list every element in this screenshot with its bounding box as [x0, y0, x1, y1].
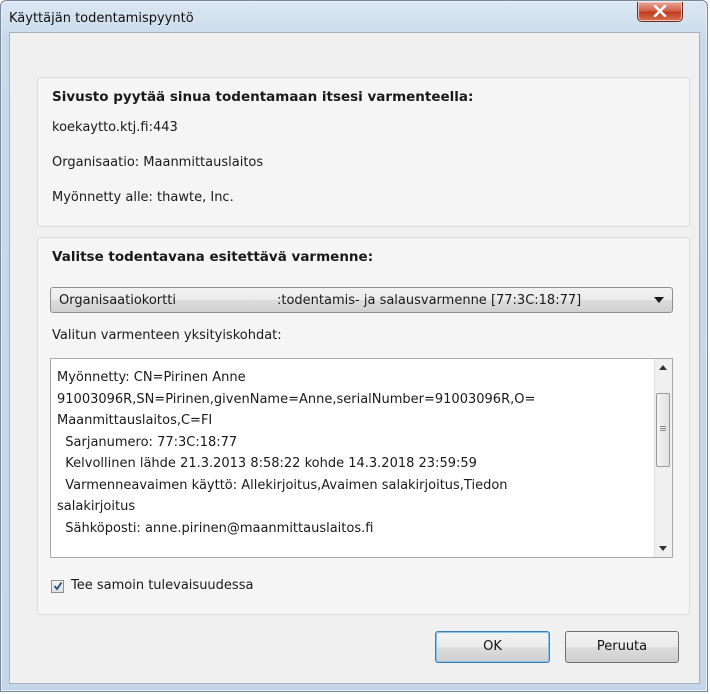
details-line: Maanmittauslaitos,C=FI: [57, 413, 213, 428]
details-line: Varmenneavaimen käyttö: Allekirjoitus,Av…: [57, 477, 508, 493]
site-info-panel: Sivusto pyytää sinua todentamaan itsesi …: [37, 77, 690, 227]
scrollbar-thumb[interactable]: [656, 393, 670, 467]
site-info-heading: Sivusto pyytää sinua todentamaan itsesi …: [52, 89, 474, 105]
remember-checkbox[interactable]: [51, 580, 64, 593]
certificate-select-name: Organisaatiokortti: [59, 293, 176, 308]
title-bar[interactable]: Käyttäjän todentamispyyntö: [1, 1, 707, 31]
certificate-select[interactable]: Organisaatiokortti :todentamis- ja salau…: [50, 287, 673, 313]
site-host: koekaytto.ktj.fi:443: [52, 120, 178, 135]
details-label: Valitun varmenteen yksityiskohdat:: [52, 328, 282, 343]
certificate-heading: Valitse todentavana esitettävä varmenne:: [52, 249, 374, 265]
details-scrollbar[interactable]: [654, 359, 672, 557]
ok-button[interactable]: OK: [435, 631, 550, 663]
close-icon: [653, 5, 667, 17]
remember-label[interactable]: Tee samoin tulevaisuudessa: [71, 578, 253, 593]
chevron-down-icon: [654, 297, 664, 303]
grip-icon: [660, 426, 666, 427]
details-line: 91003096R,SN=Pirinen,givenName=Anne,seri…: [57, 391, 536, 407]
scroll-up-icon[interactable]: [659, 365, 667, 370]
details-line: Sähköposti: anne.pirinen@maanmittauslait…: [57, 520, 374, 536]
certificate-panel: Valitse todentavana esitettävä varmenne:…: [37, 237, 690, 615]
certificate-details-box[interactable]: Myönnetty: CN=Pirinen Anne 91003096R,SN=…: [50, 358, 673, 558]
details-line: Sarjanumero: 77:3C:18:77: [57, 434, 238, 450]
checkmark-icon: [53, 581, 63, 591]
window-title: Käyttäjän todentamispyyntö: [9, 11, 194, 26]
dialog-window: Käyttäjän todentamispyyntö Sivusto pyytä…: [0, 0, 708, 692]
details-line: Myönnetty: CN=Pirinen Anne: [57, 370, 246, 385]
dialog-content: Sivusto pyytää sinua todentamaan itsesi …: [9, 32, 700, 684]
details-line: salakirjoitus: [57, 499, 136, 514]
close-button[interactable]: [637, 2, 683, 22]
certificate-details-text: Myönnetty: CN=Pirinen Anne 91003096R,SN=…: [57, 367, 645, 557]
details-line: Kelvollinen lähde 21.3.2013 8:58:22 kohd…: [57, 456, 477, 471]
certificate-select-detail: :todentamis- ja salausvarmenne [77:3C:18…: [277, 293, 582, 308]
site-issued-to: Myönnetty alle: thawte, Inc.: [52, 190, 234, 205]
scroll-down-icon[interactable]: [659, 546, 667, 551]
site-organization: Organisaatio: Maanmittauslaitos: [52, 155, 264, 170]
cancel-button[interactable]: Peruuta: [565, 631, 679, 663]
